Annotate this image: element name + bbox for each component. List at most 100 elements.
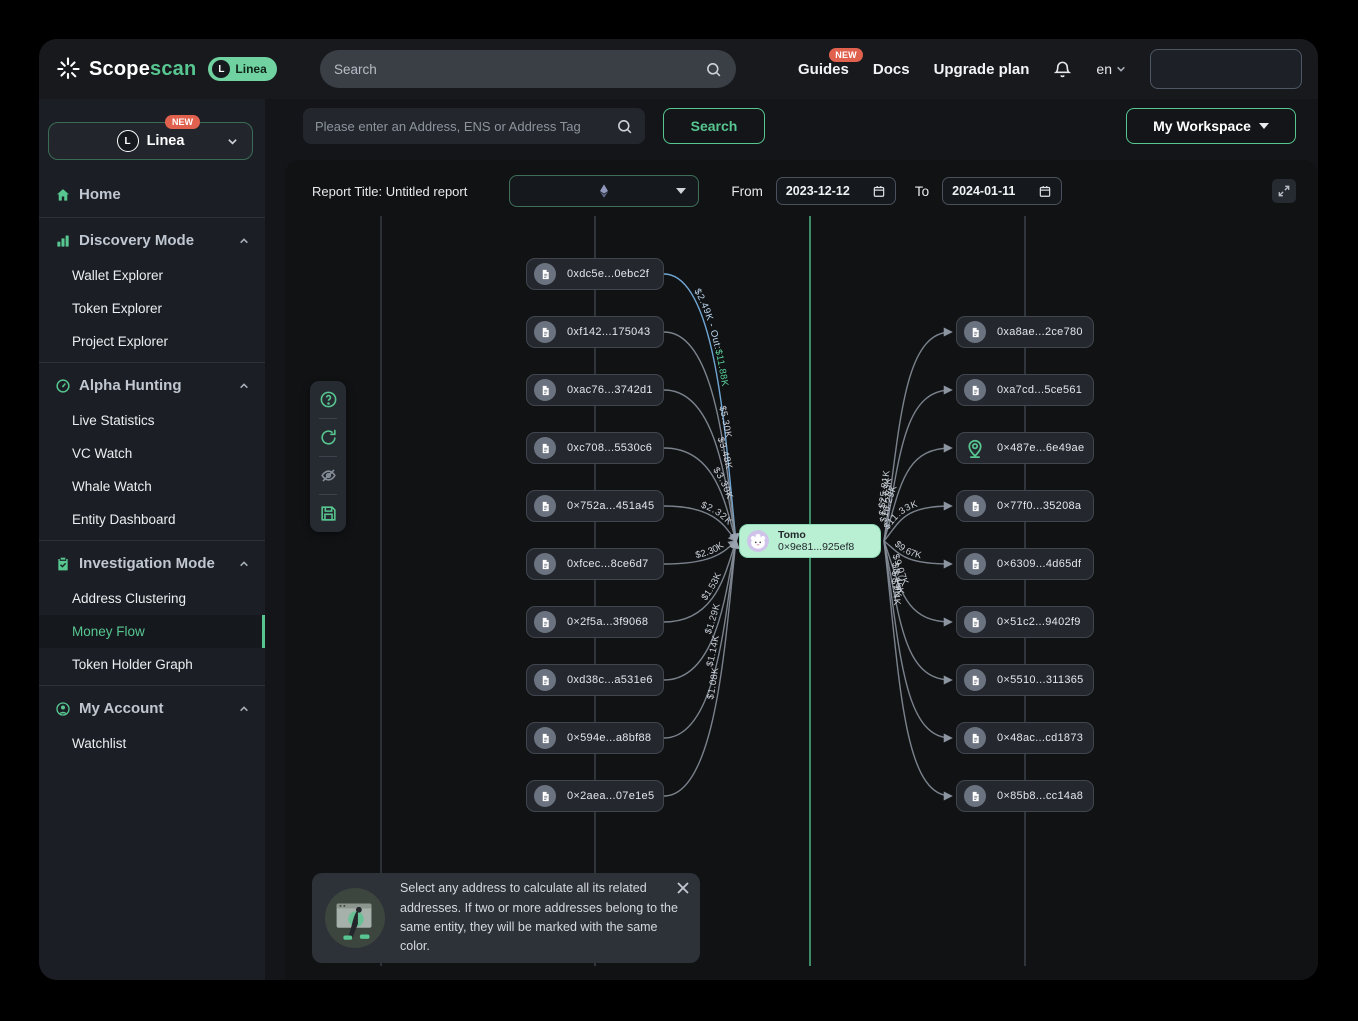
to-date-input[interactable]: 2024-01-11 xyxy=(942,177,1062,205)
sidebar-item-token-holder-graph[interactable]: Token Holder Graph xyxy=(39,648,265,681)
address-node[interactable]: 0xf142...175043 xyxy=(526,316,664,348)
sidebar-item-money-flow[interactable]: Money Flow xyxy=(39,615,265,648)
hint-illustration xyxy=(324,887,386,949)
token-selector-dropdown[interactable] xyxy=(509,175,699,207)
from-date-input[interactable]: 2023-12-12 xyxy=(776,177,896,205)
address-node[interactable]: 0×487e...6e49ae xyxy=(956,432,1094,464)
linea-icon: L xyxy=(117,130,139,152)
address-node[interactable]: 0xa7cd...5ce561 xyxy=(956,374,1094,406)
fullscreen-expand-icon xyxy=(1277,184,1291,198)
address-node[interactable]: 0xdc5e...0ebc2f xyxy=(526,258,664,290)
address-node[interactable]: 0xc708...5530c6 xyxy=(526,432,664,464)
address-node[interactable]: 0×2aea...07e1e5 xyxy=(526,780,664,812)
center-node-tomo[interactable]: Tomo0×9e81...925ef8 xyxy=(740,525,880,557)
language-selector[interactable]: en xyxy=(1096,61,1126,77)
sidebar-item-wallet-explorer[interactable]: Wallet Explorer xyxy=(39,259,265,292)
report-title: Report Title: Untitled report xyxy=(312,184,467,199)
contract-doc-icon xyxy=(964,553,986,575)
chevron-down-icon xyxy=(227,136,238,147)
contract-doc-icon xyxy=(534,669,556,691)
address-search-input[interactable]: Please enter an Address, ENS or Address … xyxy=(303,108,645,144)
sidebar-item-address-clustering[interactable]: Address Clustering xyxy=(39,582,265,615)
sidebar-item-live-statistics[interactable]: Live Statistics xyxy=(39,404,265,437)
contract-doc-icon xyxy=(534,321,556,343)
search-button[interactable]: Search xyxy=(663,108,765,144)
global-search-input[interactable]: Search xyxy=(320,50,736,88)
address-node[interactable]: 0xa8ae...2ce780 xyxy=(956,316,1094,348)
sidebar-item-watchlist[interactable]: Watchlist xyxy=(39,727,265,760)
contract-doc-icon xyxy=(964,785,986,807)
sidebar-item-investigation-mode[interactable]: Investigation Mode xyxy=(39,545,265,582)
address-search-row: Please enter an Address, ENS or Address … xyxy=(265,108,1318,144)
search-icon xyxy=(616,118,633,135)
bar-chart-icon xyxy=(55,233,71,249)
sidebar-item-alpha-hunting[interactable]: Alpha Hunting xyxy=(39,367,265,404)
address-node[interactable]: 0×48ac...cd1873 xyxy=(956,722,1094,754)
address-label: 0xa7cd...5ce561 xyxy=(997,384,1082,396)
contract-doc-icon xyxy=(534,495,556,517)
my-workspace-button[interactable]: My Workspace xyxy=(1126,108,1296,144)
nav-docs[interactable]: Docs xyxy=(873,61,910,78)
entity-name: Tomo xyxy=(778,529,854,541)
address-node[interactable]: 0xd38c...a531e6 xyxy=(526,664,664,696)
address-label: 0×48ac...cd1873 xyxy=(997,732,1083,744)
calendar-icon xyxy=(1038,184,1052,198)
sidebar-item-token-explorer[interactable]: Token Explorer xyxy=(39,292,265,325)
close-icon[interactable] xyxy=(676,881,690,895)
calendar-icon xyxy=(872,184,886,198)
address-label: 0×77f0...35208a xyxy=(997,500,1081,512)
sidebar-chain-selector[interactable]: L Linea NEW xyxy=(48,122,253,160)
hint-text: Select any address to calculate all its … xyxy=(400,879,686,957)
sidebar-item-label: Investigation Mode xyxy=(79,555,215,572)
address-node[interactable]: 0×6309...4d65df xyxy=(956,548,1094,580)
nav-upgrade-plan[interactable]: Upgrade plan xyxy=(934,61,1030,78)
sidebar-item-my-account[interactable]: My Account xyxy=(39,690,265,727)
divider xyxy=(39,362,265,363)
graph-toolbar xyxy=(310,381,346,532)
contract-doc-icon xyxy=(964,321,986,343)
address-label: 0xfcec...8ce6d7 xyxy=(567,558,649,570)
address-node[interactable]: 0xfcec...8ce6d7 xyxy=(526,548,664,580)
address-node[interactable]: 0×85b8...cc14a8 xyxy=(956,780,1094,812)
brand[interactable]: Scopescan L Linea xyxy=(55,56,277,82)
refresh-icon[interactable] xyxy=(319,428,338,447)
sidebar-item-project-explorer[interactable]: Project Explorer xyxy=(39,325,265,358)
address-label: 0×487e...6e49ae xyxy=(997,442,1084,454)
contract-doc-icon xyxy=(534,263,556,285)
address-node[interactable]: 0×77f0...35208a xyxy=(956,490,1094,522)
save-icon[interactable] xyxy=(319,504,338,523)
hide-eye-off-icon[interactable] xyxy=(319,466,338,485)
sidebar-item-discovery-mode[interactable]: Discovery Mode xyxy=(39,222,265,259)
chevron-up-icon xyxy=(239,236,249,246)
sidebar-item-label: My Account xyxy=(79,700,163,717)
address-label: 0×6309...4d65df xyxy=(997,558,1081,570)
money-flow-canvas[interactable]: $2.49K - Out:$11.88K$5.30K$3.48K$3.30K$2… xyxy=(285,216,1318,980)
edge-amount-label: $1.53K xyxy=(699,570,724,602)
wallet-connect-box[interactable] xyxy=(1150,49,1302,89)
brand-name: Scopescan xyxy=(89,58,196,81)
address-node[interactable]: 0×752a...451a45 xyxy=(526,490,664,522)
address-node[interactable]: 0xac76...3742d1 xyxy=(526,374,664,406)
fullscreen-button[interactable] xyxy=(1272,179,1296,203)
divider xyxy=(39,540,265,541)
sidebar-item-entity-dashboard[interactable]: Entity Dashboard xyxy=(39,503,265,536)
contract-doc-icon xyxy=(964,495,986,517)
address-node[interactable]: 0×5510...311365 xyxy=(956,664,1094,696)
linea-icon: L xyxy=(212,60,230,78)
sidebar-item-vc-watch[interactable]: VC Watch xyxy=(39,437,265,470)
nav-guides[interactable]: GuidesNEW xyxy=(798,61,849,78)
entity-address: 0×9e81...925ef8 xyxy=(778,541,854,553)
sidebar-item-whale-watch[interactable]: Whale Watch xyxy=(39,470,265,503)
help-icon[interactable] xyxy=(319,390,338,409)
address-node[interactable]: 0×594e...a8bf88 xyxy=(526,722,664,754)
clipboard-icon xyxy=(55,556,71,572)
address-node[interactable]: 0×51c2...9402f9 xyxy=(956,606,1094,638)
sidebar: L Linea NEW Home Discovery ModeWallet Exp… xyxy=(39,99,265,980)
address-node[interactable]: 0×2f5a...3f9068 xyxy=(526,606,664,638)
home-icon xyxy=(55,187,71,203)
chain-badge: L Linea xyxy=(208,57,276,81)
sidebar-item-label: Alpha Hunting xyxy=(79,377,181,394)
address-label: 0xd38c...a531e6 xyxy=(567,674,653,686)
notifications-bell-icon[interactable] xyxy=(1053,60,1072,79)
sidebar-item-home[interactable]: Home xyxy=(39,176,265,213)
